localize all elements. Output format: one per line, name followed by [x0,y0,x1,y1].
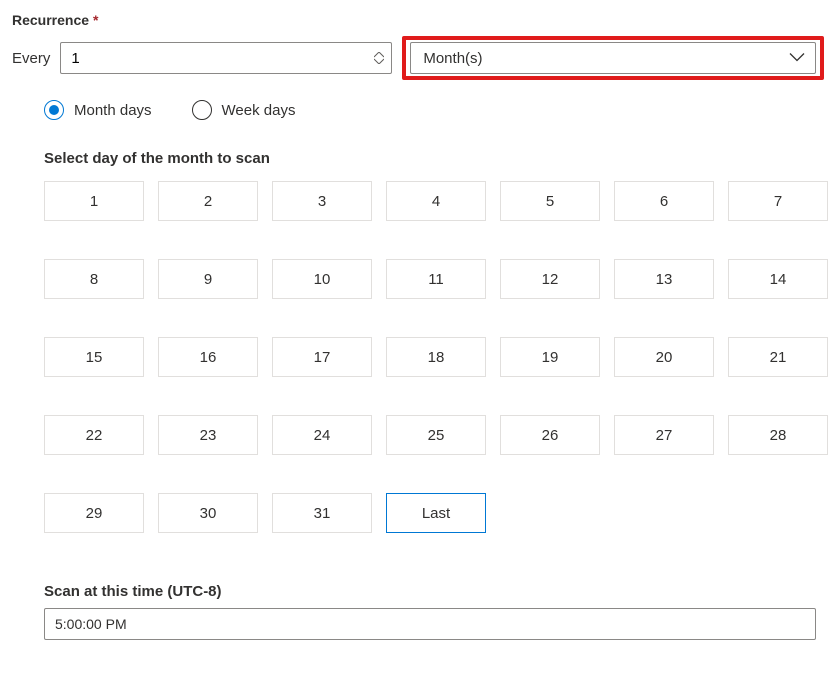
day-btn-4[interactable]: 4 [386,181,486,221]
day-btn-19[interactable]: 19 [500,337,600,377]
day-btn-16[interactable]: 16 [158,337,258,377]
day-btn-25[interactable]: 25 [386,415,486,455]
day-mode-radios: Month days Week days [44,100,824,120]
scan-time-label: Scan at this time (UTC-8) [44,583,824,600]
day-btn-20[interactable]: 20 [614,337,714,377]
day-btn-6[interactable]: 6 [614,181,714,221]
radio-week-days[interactable]: Week days [192,100,296,120]
required-asterisk: * [93,12,98,28]
day-btn-24[interactable]: 24 [272,415,372,455]
day-btn-2[interactable]: 2 [158,181,258,221]
day-grid: 1234567891011121314151617181920212223242… [44,181,824,533]
day-btn-7[interactable]: 7 [728,181,828,221]
day-btn-10[interactable]: 10 [272,259,372,299]
day-btn-5[interactable]: 5 [500,181,600,221]
day-btn-26[interactable]: 26 [500,415,600,455]
day-btn-27[interactable]: 27 [614,415,714,455]
radio-month-days[interactable]: Month days [44,100,152,120]
day-btn-21[interactable]: 21 [728,337,828,377]
scan-time-input[interactable]: 5:00:00 PM [44,608,816,640]
day-btn-12[interactable]: 12 [500,259,600,299]
unit-select-value: Month(s) [423,50,482,67]
day-btn-last[interactable]: Last [386,493,486,533]
interval-spinner[interactable] [60,42,392,74]
day-btn-31[interactable]: 31 [272,493,372,533]
every-row: Every Month(s) [12,36,824,80]
day-btn-13[interactable]: 13 [614,259,714,299]
day-btn-30[interactable]: 30 [158,493,258,533]
select-day-label: Select day of the month to scan [44,150,824,167]
scan-time-value: 5:00:00 PM [55,616,127,632]
day-btn-15[interactable]: 15 [44,337,144,377]
spinner-down-icon[interactable] [374,58,384,64]
radio-week-days-label: Week days [222,102,296,119]
radio-unselected-icon [192,100,212,120]
interval-input[interactable] [61,43,391,73]
day-btn-29[interactable]: 29 [44,493,144,533]
day-btn-3[interactable]: 3 [272,181,372,221]
radio-selected-icon [44,100,64,120]
day-btn-18[interactable]: 18 [386,337,486,377]
unit-select-highlight: Month(s) [402,36,824,80]
recurrence-label: Recurrence * [12,12,824,28]
day-btn-17[interactable]: 17 [272,337,372,377]
chevron-down-icon [789,50,805,67]
day-btn-8[interactable]: 8 [44,259,144,299]
unit-select[interactable]: Month(s) [410,42,816,74]
day-btn-22[interactable]: 22 [44,415,144,455]
day-btn-23[interactable]: 23 [158,415,258,455]
day-btn-28[interactable]: 28 [728,415,828,455]
day-btn-14[interactable]: 14 [728,259,828,299]
day-btn-11[interactable]: 11 [386,259,486,299]
every-label: Every [12,50,50,67]
day-btn-9[interactable]: 9 [158,259,258,299]
day-btn-1[interactable]: 1 [44,181,144,221]
radio-month-days-label: Month days [74,102,152,119]
